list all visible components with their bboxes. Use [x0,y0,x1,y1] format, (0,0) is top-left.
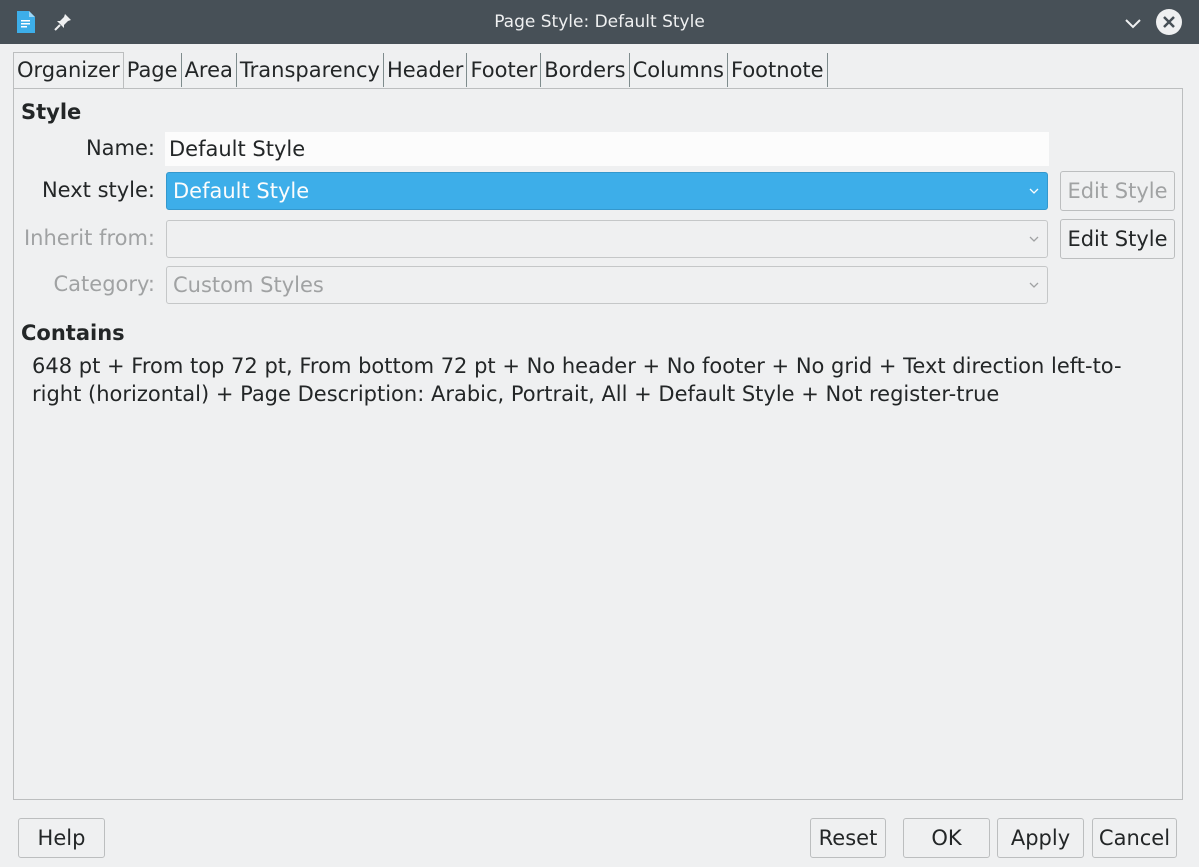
apply-button[interactable]: Apply [997,818,1084,858]
tab-page[interactable]: Page [124,53,182,87]
chevron-down-icon [1029,188,1039,194]
category-label: Category: [53,272,155,296]
style-heading: Style [21,100,82,124]
chevron-down-icon[interactable] [1123,13,1143,33]
next-style-combo[interactable]: Default Style [166,172,1048,210]
tab-footer[interactable]: Footer [467,53,542,87]
next-style-label: Next style: [41,178,155,202]
contains-heading: Contains [21,321,125,345]
title-bar: Page Style: Default Style [0,0,1199,44]
help-button[interactable]: Help [18,818,105,858]
close-icon[interactable] [1155,8,1183,36]
chevron-down-icon [1029,282,1039,288]
name-label: Name: [85,136,155,160]
contains-description: 648 pt + From top 72 pt, From bottom 72 … [32,354,1122,406]
reset-button[interactable]: Reset [810,818,886,858]
next-style-value: Default Style [173,179,310,203]
tab-footnote[interactable]: Footnote [728,53,828,87]
tab-transparency[interactable]: Transparency [237,53,384,87]
inherit-from-combo[interactable] [166,220,1048,258]
tab-header[interactable]: Header [384,53,468,87]
edit-style-button-next[interactable]: Edit Style [1060,171,1175,211]
category-value: Custom Styles [173,273,324,297]
tab-organizer[interactable]: Organizer [13,52,124,89]
window-title: Page Style: Default Style [494,12,705,32]
tab-borders[interactable]: Borders [541,53,630,87]
name-field[interactable] [165,132,1049,166]
inherit-from-label: Inherit from: [23,226,155,250]
edit-style-button-inherit[interactable]: Edit Style [1060,219,1175,259]
chevron-down-icon [1029,236,1039,242]
category-combo[interactable]: Custom Styles [166,266,1048,304]
ok-button[interactable]: OK [903,818,990,858]
tab-bar: Organizer Page Area Transparency Header … [13,52,828,89]
tab-area[interactable]: Area [182,53,237,87]
cancel-button[interactable]: Cancel [1092,818,1177,858]
tab-columns[interactable]: Columns [630,53,728,87]
